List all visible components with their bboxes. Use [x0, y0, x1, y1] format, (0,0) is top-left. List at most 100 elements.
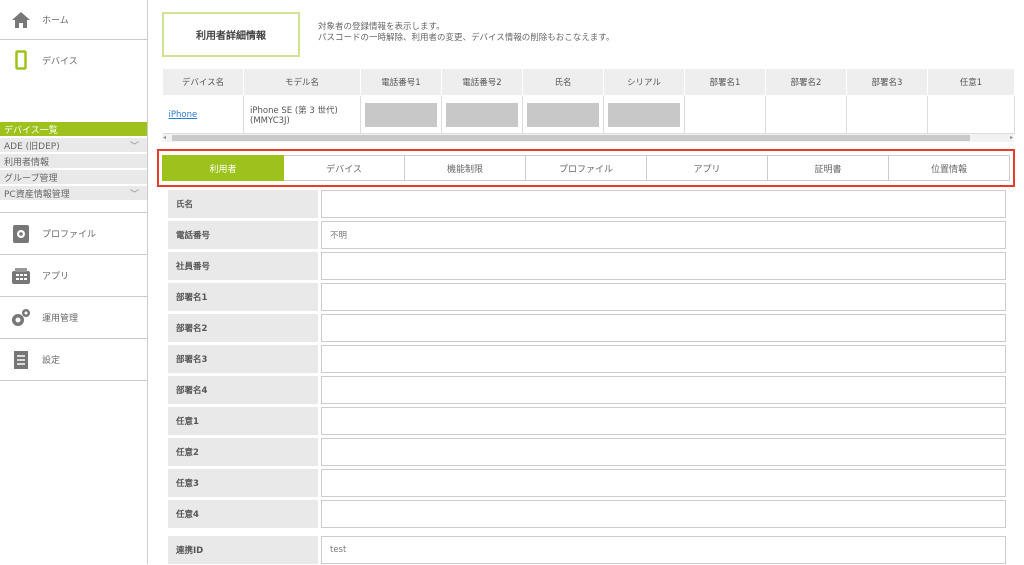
nav-operation-label: 運用管理 [42, 314, 79, 324]
nav-profile[interactable]: プロファイル [0, 213, 147, 255]
device-table: デバイス名 モデル名 電話番号1 電話番号2 氏名 シリアル 部署名1 部署名2… [162, 68, 1015, 134]
profile-gear-icon [10, 223, 32, 245]
scrollbar-thumb[interactable] [172, 135, 970, 141]
column-header: デバイス名 [162, 68, 244, 96]
app-icon [10, 265, 32, 287]
model-cell: iPhone SE (第 3 世代) (MMYC3J) [243, 95, 361, 134]
table-cell [765, 95, 847, 134]
form-row: 任意2 [168, 436, 1006, 467]
field-label: 任意4 [168, 499, 318, 528]
optional2-field[interactable] [321, 437, 1006, 466]
form-row: 任意3 [168, 467, 1006, 498]
field-label: 任意1 [168, 406, 318, 435]
column-header: 氏名 [522, 68, 604, 96]
table-cell [927, 95, 1015, 134]
scroll-left-icon[interactable]: ◂ [163, 134, 166, 142]
column-header: 任意1 [927, 68, 1015, 96]
column-header: 電話番号1 [360, 68, 442, 96]
department4-field[interactable] [321, 375, 1006, 404]
nav-profile-label: プロファイル [42, 230, 97, 240]
column-header: 部署名3 [846, 68, 928, 96]
form-row: 電話番号 [168, 219, 1006, 250]
field-label: 部署名4 [168, 375, 318, 404]
table-header-row: デバイス名 モデル名 電話番号1 電話番号2 氏名 シリアル 部署名1 部署名2… [162, 68, 1015, 96]
phone-field[interactable] [321, 220, 1006, 249]
form-row: 部署名2 [168, 312, 1006, 343]
column-header: 部署名2 [765, 68, 847, 96]
form-row: 連携ID [168, 534, 1006, 565]
tab-bar: 利用者 デバイス 機能制限 プロファイル アプリ 証明書 位置情報 [162, 155, 1010, 181]
sidebar-item-user-info[interactable]: 利用者情報 [0, 154, 147, 168]
scroll-right-icon[interactable]: ▸ [1010, 134, 1013, 142]
nav-operation[interactable]: 運用管理 [0, 297, 147, 339]
tab-certificate[interactable]: 証明書 [768, 155, 889, 181]
sidebar-item-pc-assets[interactable]: PC資産情報管理 ﹀ [0, 186, 147, 200]
table-row: iPhone iPhone SE (第 3 世代) (MMYC3J) [162, 95, 1015, 134]
table-cell [846, 95, 928, 134]
sidebar-item-ade[interactable]: ADE (旧DEP) ﹀ [0, 138, 147, 152]
sidebar-item-group[interactable]: グループ管理 [0, 170, 147, 184]
chevron-down-icon: ﹀ [129, 189, 139, 200]
link-id-field[interactable] [321, 535, 1006, 564]
form-row: 部署名1 [168, 281, 1006, 312]
form-row: 部署名4 [168, 374, 1006, 405]
form-row: 社員番号 [168, 250, 1006, 281]
nav-home[interactable]: ホーム [0, 0, 147, 40]
document-icon [10, 349, 32, 371]
column-header: シリアル [603, 68, 685, 96]
tabs-highlight-frame: 利用者 デバイス 機能制限 プロファイル アプリ 証明書 位置情報 [157, 149, 1015, 187]
redacted-block [608, 102, 680, 127]
redacted-block [527, 102, 599, 127]
gears-icon [10, 307, 32, 329]
tab-device[interactable]: デバイス [284, 155, 405, 181]
table-cell [684, 95, 766, 134]
department1-field[interactable] [321, 282, 1006, 311]
optional3-field[interactable] [321, 468, 1006, 497]
field-label: 部署名3 [168, 344, 318, 373]
tab-user[interactable]: 利用者 [162, 155, 284, 181]
department2-field[interactable] [321, 313, 1006, 342]
column-header: 部署名1 [684, 68, 766, 96]
nav-app-label: アプリ [42, 272, 70, 282]
user-form: 氏名 電話番号 社員番号 部署名1 部署名2 部署名3 部署名4 任意1 任意2… [168, 188, 1006, 565]
column-header: モデル名 [243, 68, 361, 96]
field-label: 任意3 [168, 468, 318, 497]
field-label: 連携ID [168, 535, 318, 564]
nav-home-label: ホーム [42, 16, 69, 26]
chevron-down-icon: ﹀ [129, 141, 139, 152]
field-label: 部署名1 [168, 282, 318, 311]
home-icon [10, 9, 32, 31]
form-row: 氏名 [168, 188, 1006, 219]
nav-settings[interactable]: 設定 [0, 339, 147, 381]
field-label: 部署名2 [168, 313, 318, 342]
tab-profile[interactable]: プロファイル [526, 155, 647, 181]
tab-restrictions[interactable]: 機能制限 [405, 155, 526, 181]
horizontal-scrollbar[interactable]: ◂ ▸ [162, 134, 1014, 142]
nav-device-label: デバイス [42, 56, 78, 67]
page-description: 対象者の登録情報を表示します。 パスコードの一時解除、利用者の変更、デバイス情報… [318, 22, 615, 43]
tab-location[interactable]: 位置情報 [889, 155, 1010, 181]
smartphone-icon [10, 49, 32, 71]
field-label: 氏名 [168, 189, 318, 218]
redacted-block [365, 102, 437, 127]
device-name-link[interactable]: iPhone [169, 110, 198, 120]
name-field[interactable] [321, 189, 1006, 218]
page-title: 利用者詳細情報 [162, 12, 300, 57]
nav-device[interactable]: デバイス [0, 40, 147, 80]
column-header: 電話番号2 [441, 68, 523, 96]
field-label: 電話番号 [168, 220, 318, 249]
tab-app[interactable]: アプリ [647, 155, 768, 181]
sidebar-item-device-list[interactable]: デバイス一覧 [0, 122, 147, 136]
field-label: 社員番号 [168, 251, 318, 280]
optional1-field[interactable] [321, 406, 1006, 435]
form-row: 部署名3 [168, 343, 1006, 374]
redacted-block [446, 102, 518, 127]
employee-number-field[interactable] [321, 251, 1006, 280]
field-label: 任意2 [168, 437, 318, 466]
sidebar: ホーム デバイス デバイス一覧 ADE (旧DEP) ﹀ 利用者情報 グループ管理… [0, 0, 148, 564]
department3-field[interactable] [321, 344, 1006, 373]
nav-app[interactable]: アプリ [0, 255, 147, 297]
form-row: 任意4 [168, 498, 1006, 529]
optional4-field[interactable] [321, 499, 1006, 528]
nav-settings-label: 設定 [42, 356, 61, 366]
